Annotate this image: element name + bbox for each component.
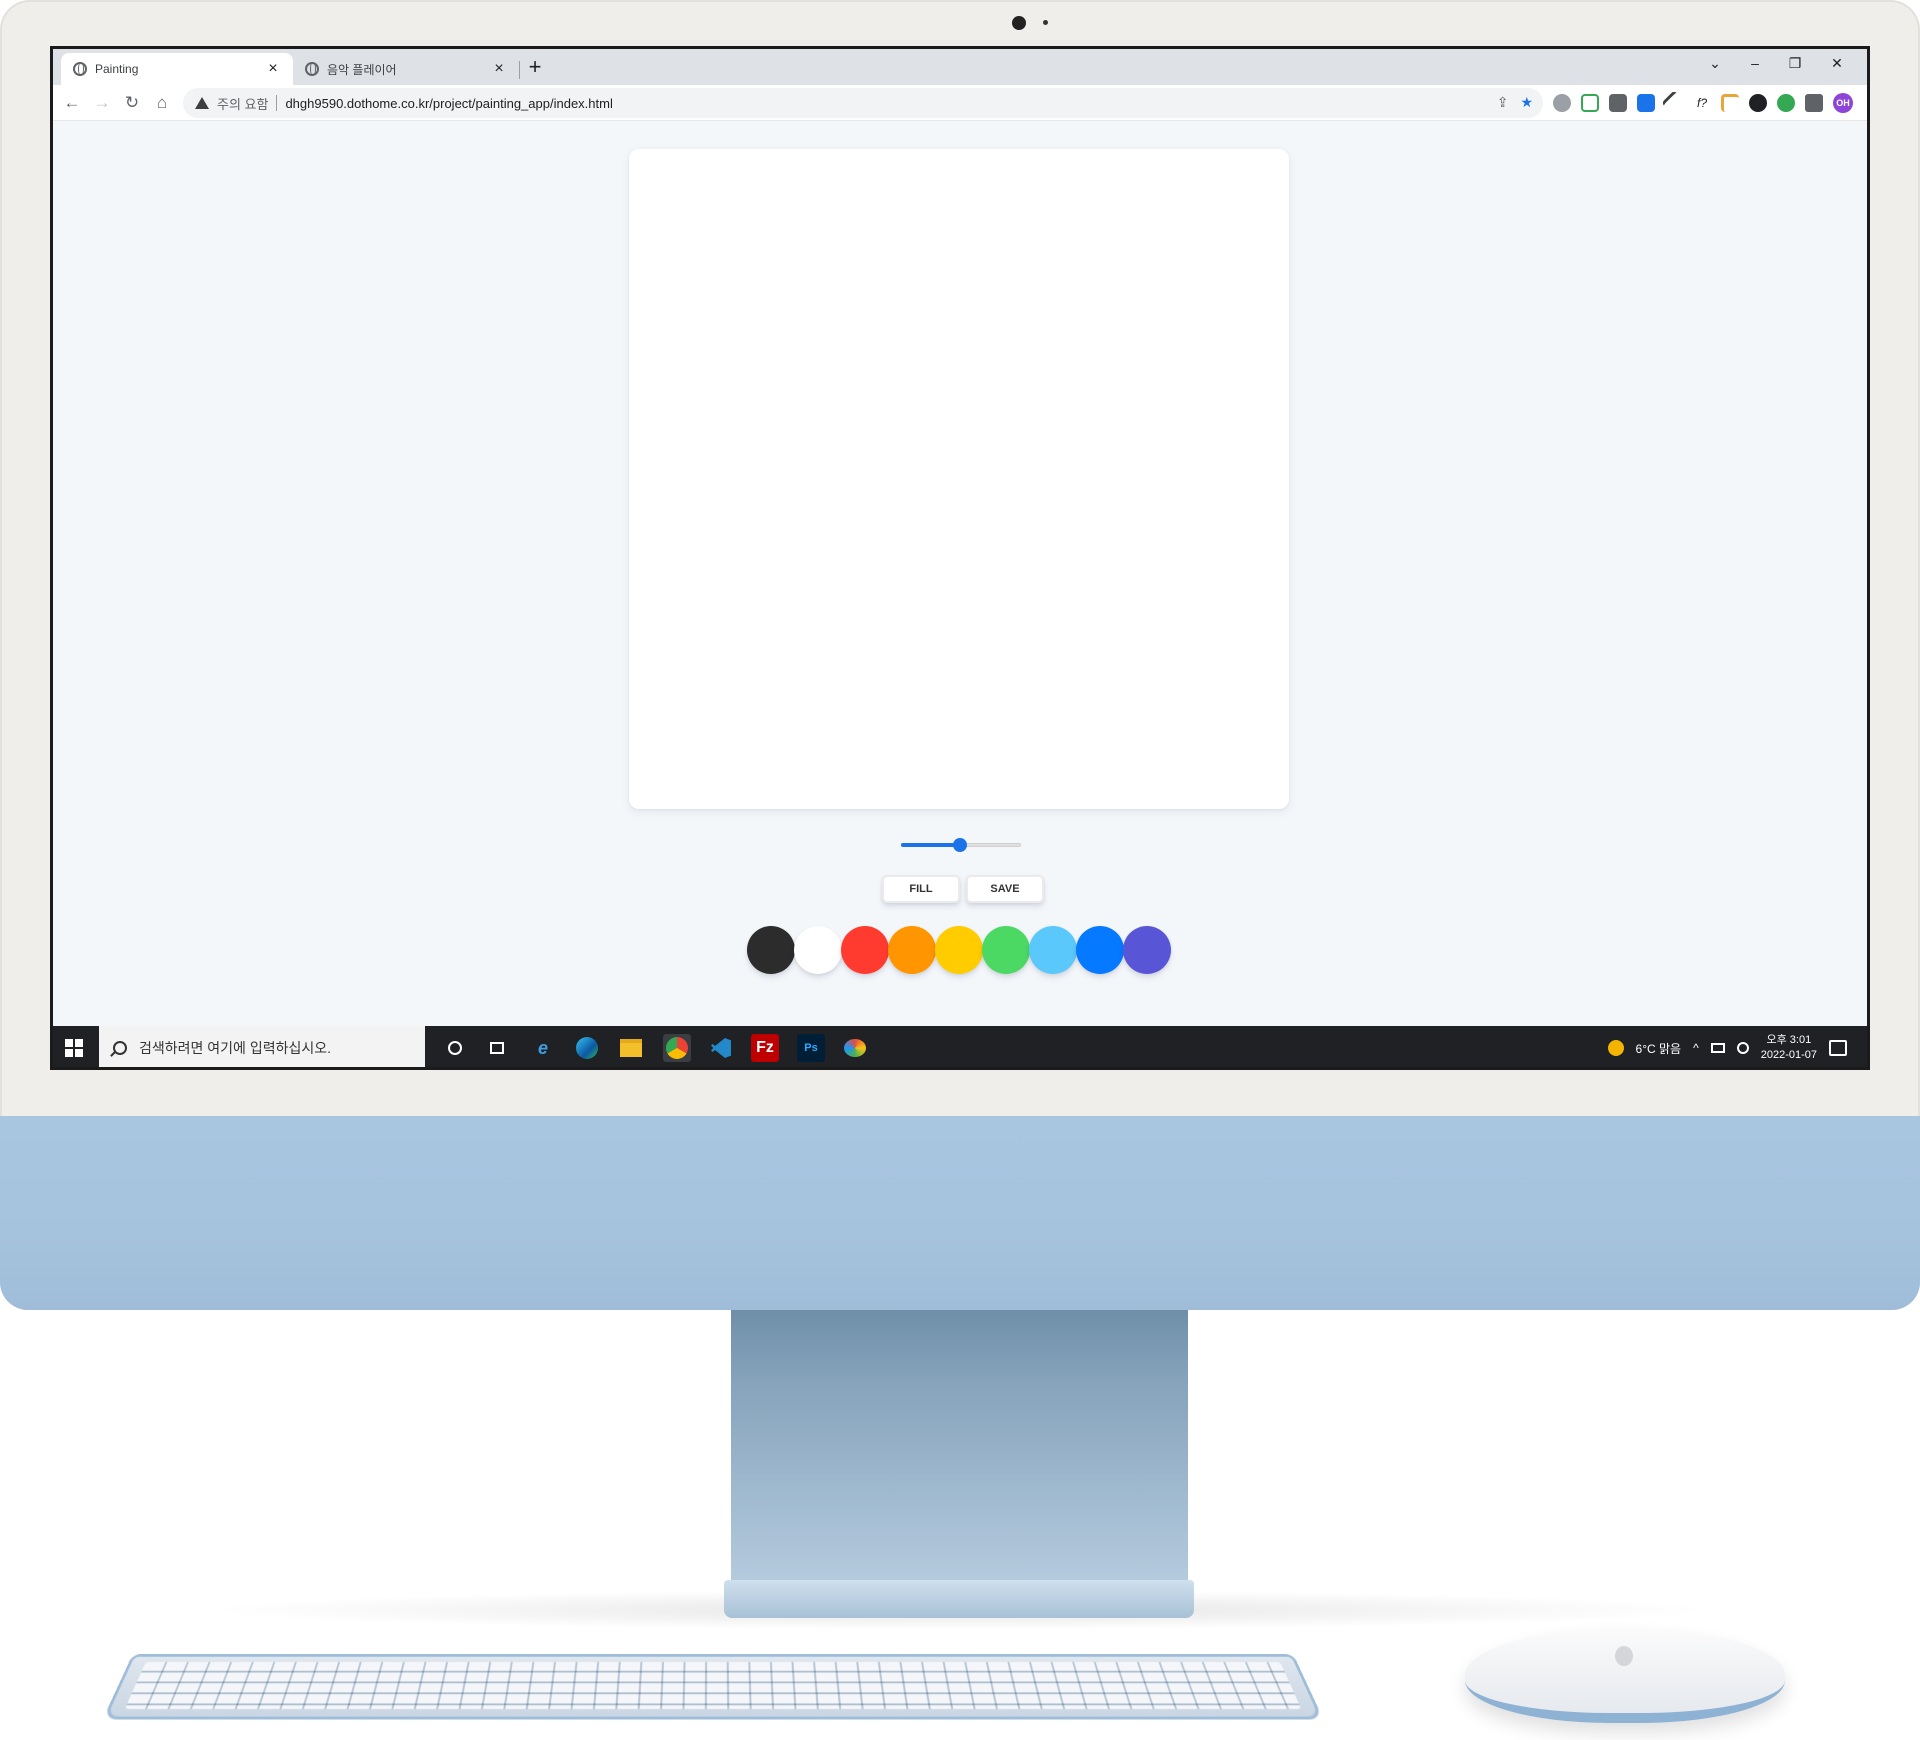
notification-center-icon[interactable] [1829, 1040, 1847, 1056]
globe-icon [305, 62, 319, 76]
minimize-button[interactable]: – [1743, 55, 1767, 71]
taskbar-clock[interactable]: 오후 3:01 2022-01-07 [1761, 1033, 1817, 1063]
tab-divider [519, 61, 520, 79]
filezilla-icon[interactable]: Fz [751, 1034, 779, 1062]
reload-button[interactable]: ↻ [121, 92, 143, 114]
clock-time: 오후 3:01 [1766, 1034, 1812, 1046]
extension-font-icon[interactable]: f? [1693, 94, 1711, 112]
system-tray: 6°C 맑음 ^ 오후 3:01 2022-01-07 [1607, 1026, 1847, 1067]
omnibox-actions: ⇪ ★ [1497, 94, 1533, 111]
warning-icon[interactable] [195, 97, 209, 109]
close-icon[interactable]: × [491, 60, 507, 78]
camera-indicator [1043, 20, 1048, 25]
control-buttons: FILL SAVE [882, 875, 1044, 903]
imac-stand [731, 1310, 1188, 1596]
globe-icon [73, 62, 87, 76]
slider-thumb[interactable] [952, 838, 967, 852]
search-placeholder: 검색하려면 여기에 입력하십시오. [139, 1040, 331, 1056]
color-swatch[interactable] [794, 926, 842, 974]
screen: Painting × 음악 플레이어 × + ⌄ – ❐ ✕ ← → ↻ ⌂ 주… [50, 46, 1870, 1070]
tab-title: 음악 플레이어 [327, 62, 397, 77]
tab-search-button[interactable]: ⌄ [1703, 55, 1727, 72]
extension-download-icon[interactable] [1637, 94, 1655, 112]
new-tab-button[interactable]: + [523, 55, 547, 79]
close-icon[interactable]: × [265, 60, 281, 78]
volume-muted-icon[interactable] [1736, 1042, 1749, 1054]
network-icon[interactable] [1710, 1043, 1725, 1053]
save-button[interactable]: SAVE [966, 875, 1044, 903]
painting-app: FILL SAVE [53, 121, 1867, 1026]
camera [1012, 16, 1026, 30]
extension-globe-icon[interactable] [1777, 94, 1795, 112]
color-swatch[interactable] [935, 926, 983, 974]
slider-fill [901, 843, 960, 847]
extensions-puzzle-icon[interactable] [1805, 94, 1823, 112]
tab-music-player[interactable]: 음악 플레이어 × [293, 53, 519, 85]
file-explorer-icon[interactable] [617, 1034, 645, 1062]
share-icon[interactable]: ⇪ [1497, 94, 1509, 111]
back-button[interactable]: ← [61, 92, 83, 114]
imac-stand-foot [724, 1580, 1194, 1618]
color-palette [747, 926, 1171, 974]
imac-display: Painting × 음악 플레이어 × + ⌄ – ❐ ✕ ← → ↻ ⌂ 주… [0, 0, 1920, 1310]
weather-text[interactable]: 6°C 맑음 [1636, 1040, 1682, 1057]
keyboard [102, 1654, 1324, 1720]
address-bar[interactable]: 주의 요함 dhgh9590.dothome.co.kr/project/pai… [183, 88, 1543, 118]
edge-icon[interactable] [573, 1034, 601, 1062]
color-swatch[interactable] [888, 926, 936, 974]
keyboard-keys [124, 1661, 1302, 1710]
chrome-icon[interactable] [663, 1034, 691, 1062]
magic-mouse [1465, 1628, 1785, 1723]
apple-logo-icon [1615, 1646, 1633, 1666]
color-swatch[interactable] [1123, 926, 1171, 974]
color-swatch[interactable] [1076, 926, 1124, 974]
restore-button[interactable]: ❐ [1783, 55, 1807, 72]
show-hidden-icons-icon[interactable]: ^ [1693, 1041, 1699, 1055]
tab-strip: Painting × 음악 플레이어 × + ⌄ – ❐ ✕ [53, 49, 1867, 85]
imac-chin [0, 1116, 1920, 1310]
search-icon [113, 1041, 127, 1055]
taskbar-search-box[interactable]: 검색하려면 여기에 입력하십시오. [99, 1026, 425, 1067]
extension-ruler-icon[interactable] [1581, 94, 1599, 112]
brush-size-slider[interactable] [901, 837, 1021, 853]
clock-date: 2022-01-07 [1760, 1049, 1817, 1061]
security-label[interactable]: 주의 요함 [217, 94, 268, 113]
tab-painting[interactable]: Painting × [61, 53, 293, 85]
color-swatch[interactable] [747, 926, 795, 974]
address-divider [276, 95, 278, 111]
extensions-bar: f? OH ⋮ [1553, 90, 1867, 116]
weather-sun-icon[interactable] [1607, 1040, 1624, 1056]
browser-toolbar: ← → ↻ ⌂ 주의 요함 dhgh9590.dothome.co.kr/pro… [53, 85, 1867, 121]
forward-button[interactable]: → [91, 92, 113, 114]
url-text[interactable]: dhgh9590.dothome.co.kr/project/painting_… [285, 96, 612, 111]
color-swatch[interactable] [841, 926, 889, 974]
extension-vpn-icon[interactable] [1553, 94, 1571, 112]
color-swatch[interactable] [1029, 926, 1077, 974]
extension-camera-icon[interactable] [1609, 94, 1627, 112]
tab-title: Painting [95, 62, 139, 76]
fill-button[interactable]: FILL [882, 875, 960, 903]
drawing-canvas[interactable] [629, 149, 1289, 809]
task-view-icon[interactable] [483, 1034, 511, 1062]
home-button[interactable]: ⌂ [151, 92, 173, 114]
extension-eyedropper-icon[interactable] [1661, 90, 1687, 116]
photoshop-icon[interactable]: Ps [797, 1034, 825, 1062]
extension-tool-icon[interactable] [1721, 94, 1739, 112]
ie-icon[interactable]: e [529, 1034, 557, 1062]
bookmark-star-icon[interactable]: ★ [1520, 94, 1533, 111]
chrome-menu-button[interactable]: ⋮ [1863, 94, 1867, 112]
cortana-icon[interactable] [441, 1034, 469, 1062]
vscode-icon[interactable] [707, 1034, 735, 1062]
color-swatch[interactable] [982, 926, 1030, 974]
profile-avatar[interactable]: OH [1833, 93, 1853, 113]
window-close-button[interactable]: ✕ [1825, 55, 1849, 72]
windows-start-icon[interactable] [65, 1039, 83, 1057]
paint-icon[interactable] [841, 1034, 869, 1062]
windows-taskbar: 검색하려면 여기에 입력하십시오. e Fz Ps 6°C 맑음 ^ 오후 3:… [53, 1026, 1867, 1067]
extension-dark-icon[interactable] [1749, 94, 1767, 112]
